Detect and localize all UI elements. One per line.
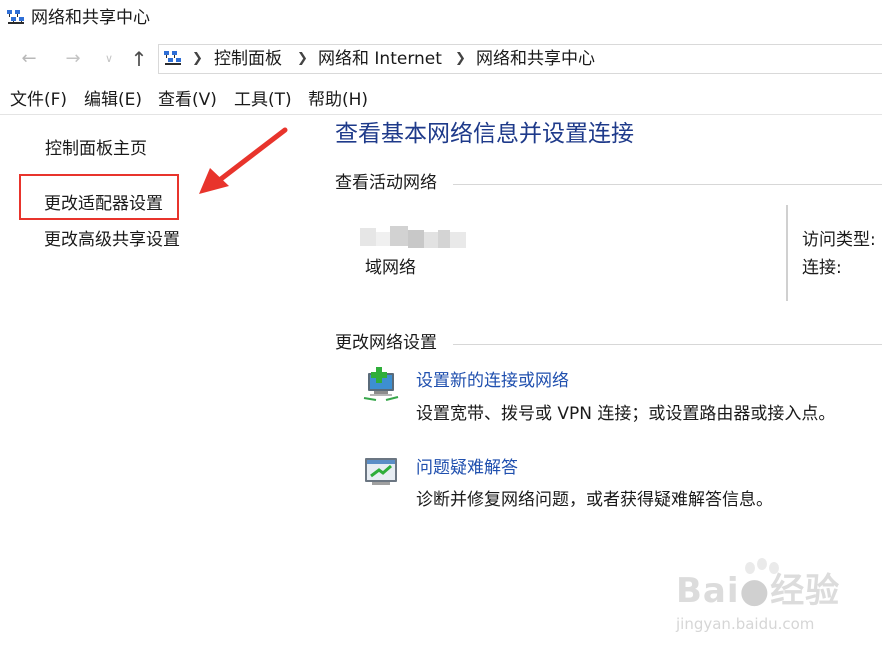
highlight-box: [19, 174, 179, 220]
network-type: 域网络: [365, 258, 416, 278]
setup-connection-description: 设置宽带、拨号或 VPN 连接；或设置路由器或接入点。: [416, 404, 836, 424]
breadcrumb-control-panel[interactable]: 控制面板: [214, 45, 282, 73]
menu-edit[interactable]: 编辑(E): [84, 88, 142, 112]
section-divider: [453, 184, 882, 185]
active-networks-label: 查看活动网络: [335, 173, 437, 193]
troubleshoot-description: 诊断并修复网络问题，或者获得疑难解答信息。: [416, 490, 773, 510]
menu-view[interactable]: 查看(V): [158, 88, 217, 112]
annotation-arrow-icon: [199, 127, 288, 194]
change-advanced-sharing-link[interactable]: 更改高级共享设置: [44, 228, 180, 252]
section-divider: [453, 344, 882, 345]
chevron-down-icon[interactable]: ∨: [102, 51, 116, 67]
network-sharing-center-icon: [164, 51, 181, 65]
menu-help[interactable]: 帮助(H): [308, 88, 368, 112]
control-panel-home-link[interactable]: 控制面板主页: [45, 137, 147, 161]
back-arrow-icon[interactable]: ←: [18, 49, 40, 69]
page-title: 查看基本网络信息并设置连接: [335, 121, 634, 147]
troubleshoot-icon: [365, 458, 397, 485]
blurred-network-name: [360, 226, 466, 248]
new-connection-icon: [363, 367, 399, 401]
baidu-jingyan-watermark: Bai●经验: [676, 571, 841, 611]
breadcrumb-network-sharing-center[interactable]: 网络和共享中心: [476, 45, 595, 73]
menu-bar: 文件(F) 编辑(E) 查看(V) 工具(T) 帮助(H): [0, 86, 882, 115]
menu-file[interactable]: 文件(F): [10, 88, 67, 112]
address-bar[interactable]: ❯ 控制面板 ❯ 网络和 Internet ❯ 网络和共享中心: [158, 44, 882, 74]
breadcrumb-separator-icon[interactable]: ❯: [192, 45, 203, 73]
watermark-url: jingyan.baidu.com: [676, 615, 815, 633]
network-sharing-center-icon: [7, 10, 24, 24]
vertical-divider: [786, 205, 788, 301]
title-bar: 网络和共享中心: [0, 0, 882, 38]
access-type-label: 访问类型:: [802, 230, 876, 250]
breadcrumb-separator-icon[interactable]: ❯: [455, 45, 466, 73]
menu-tools[interactable]: 工具(T): [234, 88, 292, 112]
troubleshoot-link[interactable]: 问题疑难解答: [416, 456, 518, 480]
setup-connection-link[interactable]: 设置新的连接或网络: [416, 369, 569, 393]
breadcrumb-separator-icon[interactable]: ❯: [297, 45, 308, 73]
change-network-settings-label: 更改网络设置: [335, 333, 437, 353]
breadcrumb-network-internet[interactable]: 网络和 Internet: [318, 45, 442, 73]
up-arrow-icon[interactable]: ↑: [128, 48, 150, 70]
connections-label: 连接:: [802, 258, 842, 278]
window-title: 网络和共享中心: [31, 8, 150, 28]
forward-arrow-icon[interactable]: →: [62, 49, 84, 69]
